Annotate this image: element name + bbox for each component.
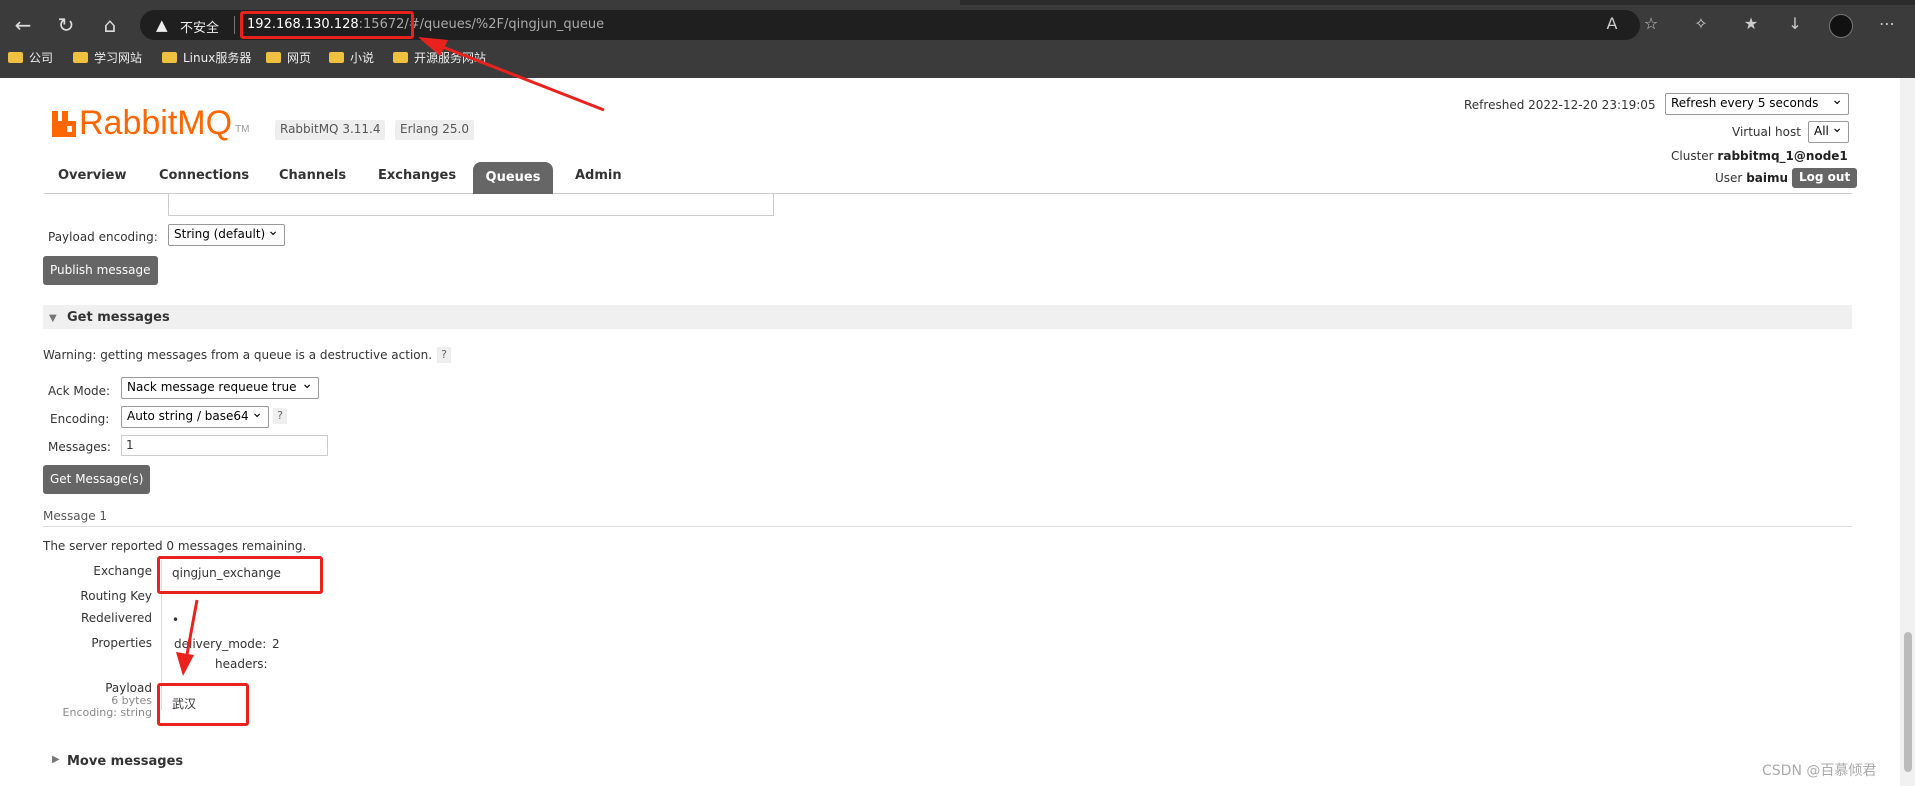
cluster-info: Cluster rabbitmq_1@node1 (1671, 149, 1848, 163)
delivery-mode-label: delivery_mode: (174, 637, 267, 651)
payload-encoding-info: Encoding: string (62, 706, 152, 719)
vhost-label: Virtual host (1732, 125, 1801, 139)
erlang-version: Erlang 25.0 (395, 120, 474, 140)
annotation-box-exchange (157, 556, 323, 594)
redelivered-value: • (172, 613, 180, 627)
folder-icon (8, 52, 23, 63)
payload-textarea[interactable] (168, 194, 774, 216)
headers-label: headers: (215, 657, 268, 671)
avatar[interactable] (1829, 14, 1853, 38)
bookmark-6[interactable]: 开源服务网站 (393, 49, 486, 66)
payload-encoding-label: Payload encoding: (48, 230, 158, 244)
favorite-add-icon[interactable]: ☆ (1640, 14, 1662, 33)
annotation-box-url (240, 11, 414, 39)
rabbitmq-logo-icon (52, 111, 76, 137)
warning-icon: ▲ (156, 16, 168, 34)
address-separator (234, 16, 235, 34)
bookmark-2[interactable]: 学习网站 (73, 49, 142, 66)
exchange-label: Exchange (93, 564, 152, 578)
messages-remaining: The server reported 0 messages remaining… (43, 539, 307, 553)
vhost-select[interactable]: All (1808, 120, 1849, 143)
get-messages-button[interactable]: Get Message(s) (43, 465, 151, 494)
encoding-label: Encoding: (50, 412, 110, 426)
tab-queues[interactable]: Queues (473, 162, 553, 194)
folder-icon (73, 52, 88, 63)
delivery-mode-value: 2 (272, 637, 280, 651)
folder-icon (266, 52, 281, 63)
bookmark-3[interactable]: Linux服务器 (162, 49, 251, 66)
ack-mode-select[interactable]: Nack message requeue true (121, 376, 319, 399)
messages-count-input[interactable]: 1 (121, 435, 328, 456)
bookmark-4[interactable]: 网页 (266, 49, 311, 66)
ack-mode-label: Ack Mode: (48, 384, 111, 398)
insecure-label: 不安全 (180, 21, 220, 36)
properties-label: Properties (91, 636, 152, 650)
bookmark-5[interactable]: 小说 (329, 49, 374, 66)
get-messages-title[interactable]: Get messages (67, 310, 170, 325)
encoding-select[interactable]: Auto string / base64 (121, 405, 269, 428)
back-icon[interactable]: ← (10, 12, 36, 38)
messages-label: Messages: (48, 440, 111, 454)
tab-channels[interactable]: Channels (279, 168, 346, 183)
folder-icon (329, 52, 344, 63)
message-divider (43, 526, 1852, 527)
routing-key-label: Routing Key (80, 589, 152, 603)
publish-message-button[interactable]: Publish message (43, 256, 158, 285)
download-icon[interactable]: ↓ (1784, 14, 1806, 33)
watermark: CSDN @百慕倾君 (1762, 763, 1877, 779)
home-icon[interactable]: ⌂ (97, 12, 123, 38)
rabbitmq-version: RabbitMQ 3.11.4 (275, 120, 386, 140)
bookmark-1[interactable]: 公司 (8, 49, 53, 66)
refreshed-label: Refreshed 2022-12-20 23:19:05 (1464, 98, 1656, 112)
more-icon[interactable]: ⋯ (1876, 14, 1898, 33)
folder-icon (393, 52, 408, 63)
tab-overview[interactable]: Overview (58, 168, 127, 183)
favorites-icon[interactable]: ★ (1740, 14, 1762, 33)
annotation-box-payload (157, 683, 249, 726)
move-messages-title[interactable]: Move messages (67, 754, 183, 769)
collapse-triangle-icon[interactable]: ▼ (49, 313, 57, 324)
tab-admin[interactable]: Admin (575, 168, 622, 183)
reload-icon[interactable]: ↻ (53, 12, 79, 38)
expand-triangle-icon[interactable]: ▶ (52, 754, 60, 765)
payload-encoding-select[interactable]: String (default) (168, 223, 285, 246)
destructive-warning: Warning: getting messages from a queue i… (43, 348, 433, 362)
payload-label: Payload (105, 681, 152, 695)
scrollbar-thumb[interactable] (1904, 632, 1912, 772)
tab-connections[interactable]: Connections (159, 168, 249, 183)
folder-icon (162, 52, 177, 63)
rabbitmq-logo: RabbitMQ TM (52, 104, 250, 143)
help-icon[interactable]: ? (437, 347, 451, 363)
help-icon[interactable]: ? (273, 408, 287, 424)
message-title: Message 1 (43, 509, 108, 523)
refresh-select[interactable]: Refresh every 5 seconds (1665, 92, 1849, 115)
get-messages-header[interactable] (43, 305, 1852, 329)
read-aloud-icon[interactable]: A (1601, 14, 1623, 33)
extensions-icon[interactable]: ✧ (1690, 14, 1712, 33)
tab-strip (0, 0, 1915, 5)
redelivered-label: Redelivered (80, 611, 152, 625)
tab-exchanges[interactable]: Exchanges (378, 168, 456, 183)
